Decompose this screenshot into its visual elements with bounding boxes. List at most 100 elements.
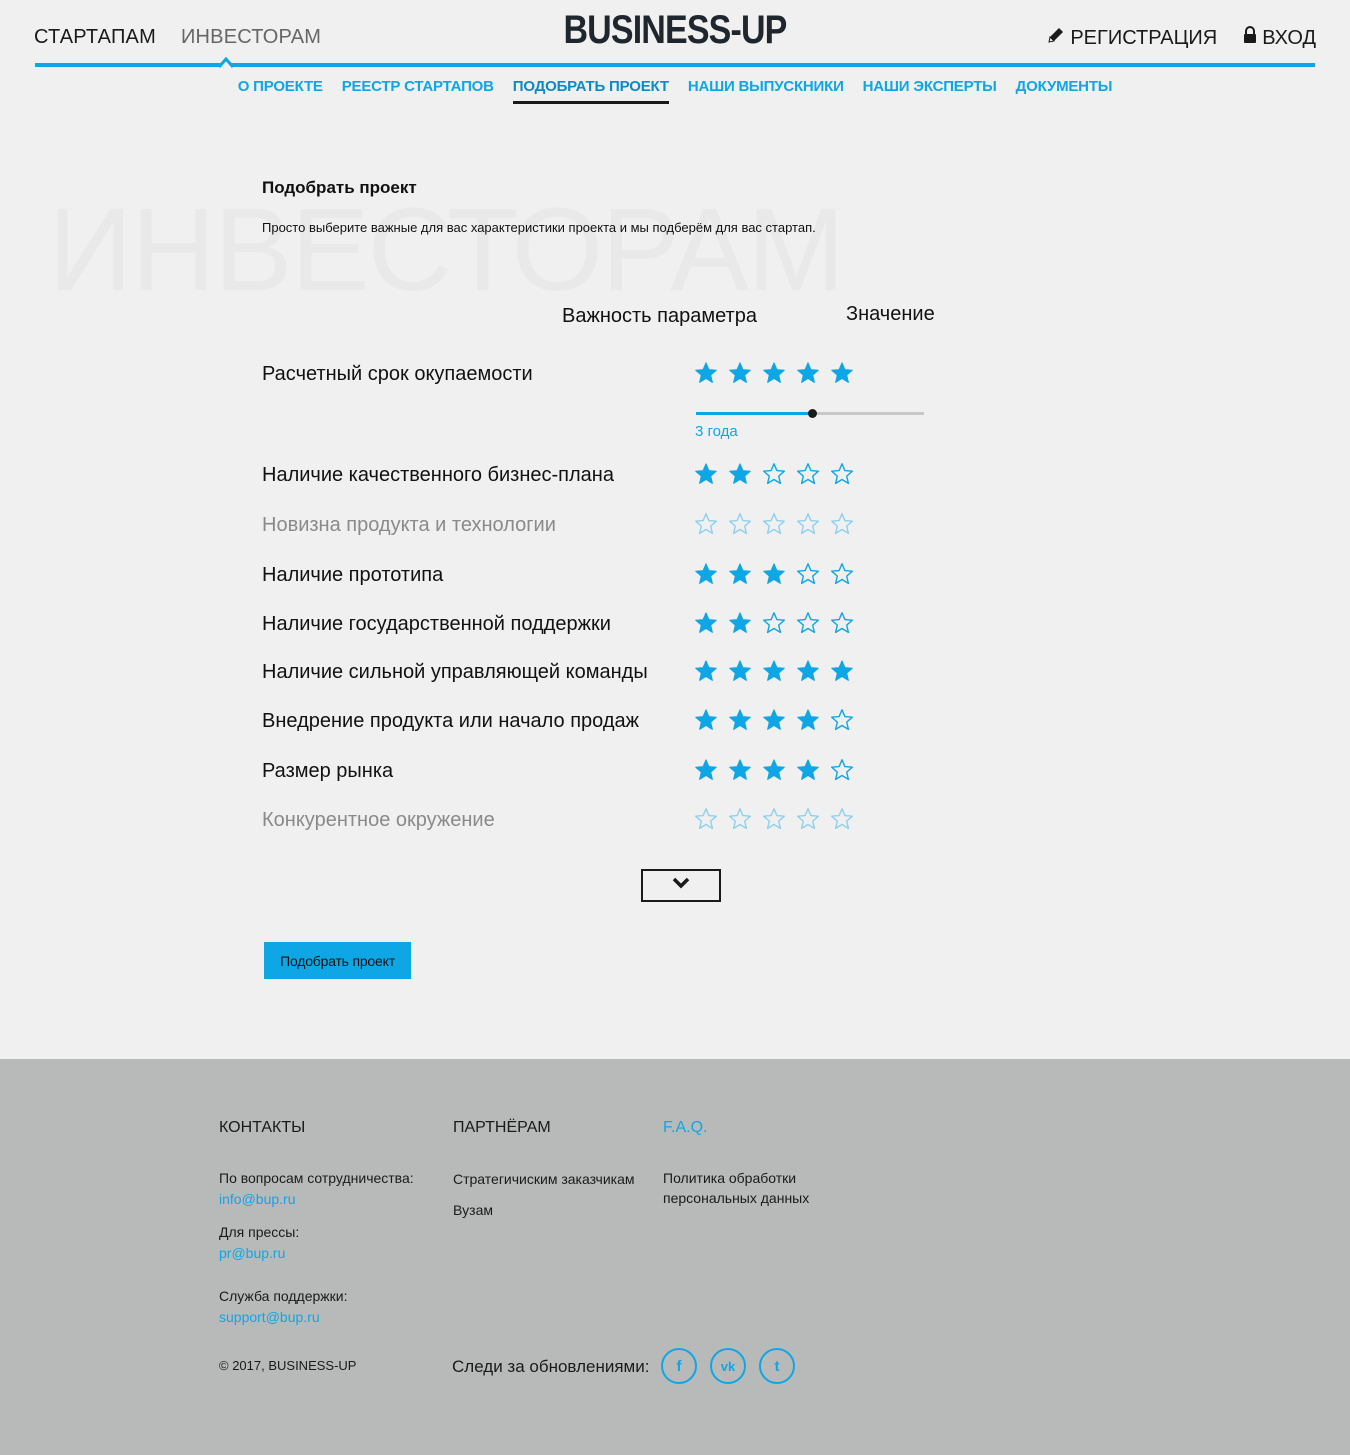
star-filled-icon[interactable]: [830, 361, 854, 385]
parameter-label: Внедрение продукта или начало продаж: [262, 710, 640, 732]
login-label: ВХОД: [1262, 26, 1316, 49]
star-filled-icon[interactable]: [762, 562, 786, 586]
lock-icon: [1243, 26, 1257, 50]
privacy-policy-line2: персональных данных: [663, 1190, 810, 1206]
subnav-match-project[interactable]: ПОДОБРАТЬ ПРОЕКТ: [512, 78, 669, 104]
footer: КОНТАКТЫ По вопросам сотрудничества: inf…: [0, 1059, 1350, 1455]
star-filled-icon[interactable]: [728, 611, 752, 635]
star-filled-icon[interactable]: [694, 659, 718, 683]
coop-email-link[interactable]: info@bup.ru: [219, 1191, 295, 1207]
star-empty-icon[interactable]: [694, 512, 718, 536]
page-description: Просто выберите важные для вас характери…: [262, 220, 816, 235]
partner-link-customers[interactable]: Стратегичиским заказчикам: [453, 1171, 635, 1187]
importance-rating: [694, 807, 854, 831]
subnav-documents[interactable]: ДОКУМЕНТЫ: [1016, 78, 1113, 104]
slider-handle[interactable]: [808, 409, 818, 418]
star-filled-icon[interactable]: [796, 361, 820, 385]
press-label: Для прессы:: [219, 1224, 300, 1240]
parameter-row: Наличие прототипа: [262, 562, 882, 594]
star-filled-icon[interactable]: [762, 361, 786, 385]
facebook-icon[interactable]: f: [661, 1348, 697, 1384]
partners-title: ПАРТНЁРАМ: [453, 1119, 551, 1136]
faq-link[interactable]: F.A.Q.: [663, 1119, 707, 1137]
star-empty-icon[interactable]: [830, 462, 854, 486]
parameter-label: Наличие государственной поддержки: [262, 613, 611, 635]
press-email-link[interactable]: pr@bup.ru: [219, 1245, 285, 1261]
star-empty-icon[interactable]: [830, 758, 854, 782]
subnav-graduates[interactable]: НАШИ ВЫПУСКНИКИ: [688, 78, 844, 104]
parameter-label: Новизна продукта и технологии: [262, 514, 556, 536]
star-empty-icon[interactable]: [694, 807, 718, 831]
section-nav: О ПРОЕКТЕ РЕЕСТР СТАРТАПОВ ПОДОБРАТЬ ПРО…: [0, 78, 1350, 104]
star-filled-icon[interactable]: [694, 462, 718, 486]
parameter-row: Новизна продукта и технологии: [262, 512, 882, 544]
star-filled-icon[interactable]: [830, 659, 854, 683]
register-link[interactable]: РЕГИСТРАЦИЯ: [1047, 26, 1217, 50]
star-filled-icon[interactable]: [694, 361, 718, 385]
auth-links: РЕГИСТРАЦИЯ ВХОД: [1047, 26, 1316, 50]
subnav-experts[interactable]: НАШИ ЭКСПЕРТЫ: [863, 78, 997, 104]
twitter-icon[interactable]: t: [759, 1348, 795, 1384]
star-filled-icon[interactable]: [796, 659, 820, 683]
login-link[interactable]: ВХОД: [1243, 26, 1316, 50]
importance-rating: [694, 562, 854, 586]
importance-rating: [694, 361, 854, 385]
star-empty-icon[interactable]: [796, 562, 820, 586]
star-filled-icon[interactable]: [728, 462, 752, 486]
subnav-registry[interactable]: РЕЕСТР СТАРТАПОВ: [342, 78, 494, 104]
star-filled-icon[interactable]: [728, 659, 752, 683]
parameter-row: Внедрение продукта или начало продаж: [262, 708, 882, 740]
star-empty-icon[interactable]: [762, 807, 786, 831]
star-empty-icon[interactable]: [796, 512, 820, 536]
star-filled-icon[interactable]: [796, 708, 820, 732]
header: СТАРТАПАМ ИНВЕСТОРАМ BUSINESS-UP РЕГИСТР…: [0, 0, 1350, 70]
star-empty-icon[interactable]: [728, 512, 752, 536]
support-label: Служба поддержки:: [219, 1288, 348, 1304]
star-filled-icon[interactable]: [694, 562, 718, 586]
star-filled-icon[interactable]: [762, 758, 786, 782]
slider-value: 3 года: [695, 423, 738, 440]
partner-link-universities[interactable]: Вузам: [453, 1202, 493, 1218]
parameter-row: Наличие сильной управляющей команды: [262, 659, 882, 691]
star-filled-icon[interactable]: [728, 562, 752, 586]
star-empty-icon[interactable]: [762, 611, 786, 635]
star-empty-icon[interactable]: [762, 462, 786, 486]
star-filled-icon[interactable]: [694, 708, 718, 732]
match-project-button[interactable]: Подобрать проект: [264, 942, 411, 979]
vk-icon[interactable]: vk: [710, 1348, 746, 1384]
star-filled-icon[interactable]: [796, 758, 820, 782]
privacy-policy-line1: Политика обработки: [663, 1170, 797, 1186]
star-filled-icon[interactable]: [728, 361, 752, 385]
social-links: f vk t: [661, 1348, 795, 1384]
star-empty-icon[interactable]: [762, 512, 786, 536]
privacy-policy-link[interactable]: Политика обработки персональных данных: [663, 1170, 809, 1206]
star-empty-icon[interactable]: [830, 562, 854, 586]
support-email-link[interactable]: support@bup.ru: [219, 1309, 320, 1325]
importance-rating: [694, 462, 854, 486]
pencil-icon: [1047, 26, 1065, 50]
page-title: Подобрать проект: [262, 178, 417, 197]
star-empty-icon[interactable]: [796, 807, 820, 831]
star-empty-icon[interactable]: [830, 807, 854, 831]
star-filled-icon[interactable]: [762, 659, 786, 683]
parameter-row: Расчетный срок окупаемости: [262, 361, 882, 393]
active-tab-indicator: [219, 57, 233, 68]
star-empty-icon[interactable]: [796, 611, 820, 635]
star-filled-icon[interactable]: [728, 708, 752, 732]
parameter-label: Размер рынка: [262, 760, 394, 782]
star-empty-icon[interactable]: [830, 708, 854, 732]
star-empty-icon[interactable]: [728, 807, 752, 831]
star-filled-icon[interactable]: [762, 708, 786, 732]
star-filled-icon[interactable]: [728, 758, 752, 782]
star-empty-icon[interactable]: [796, 462, 820, 486]
parameter-label: Наличие сильной управляющей команды: [262, 661, 648, 683]
star-empty-icon[interactable]: [830, 611, 854, 635]
subnav-about[interactable]: О ПРОЕКТЕ: [238, 78, 323, 104]
follow-label: Следи за обновлениями:: [452, 1357, 650, 1376]
show-more-button[interactable]: [641, 869, 721, 902]
star-empty-icon[interactable]: [830, 512, 854, 536]
star-filled-icon[interactable]: [694, 758, 718, 782]
parameter-row: Конкурентное окружение: [262, 807, 882, 839]
slider-fill: [696, 412, 813, 415]
star-filled-icon[interactable]: [694, 611, 718, 635]
